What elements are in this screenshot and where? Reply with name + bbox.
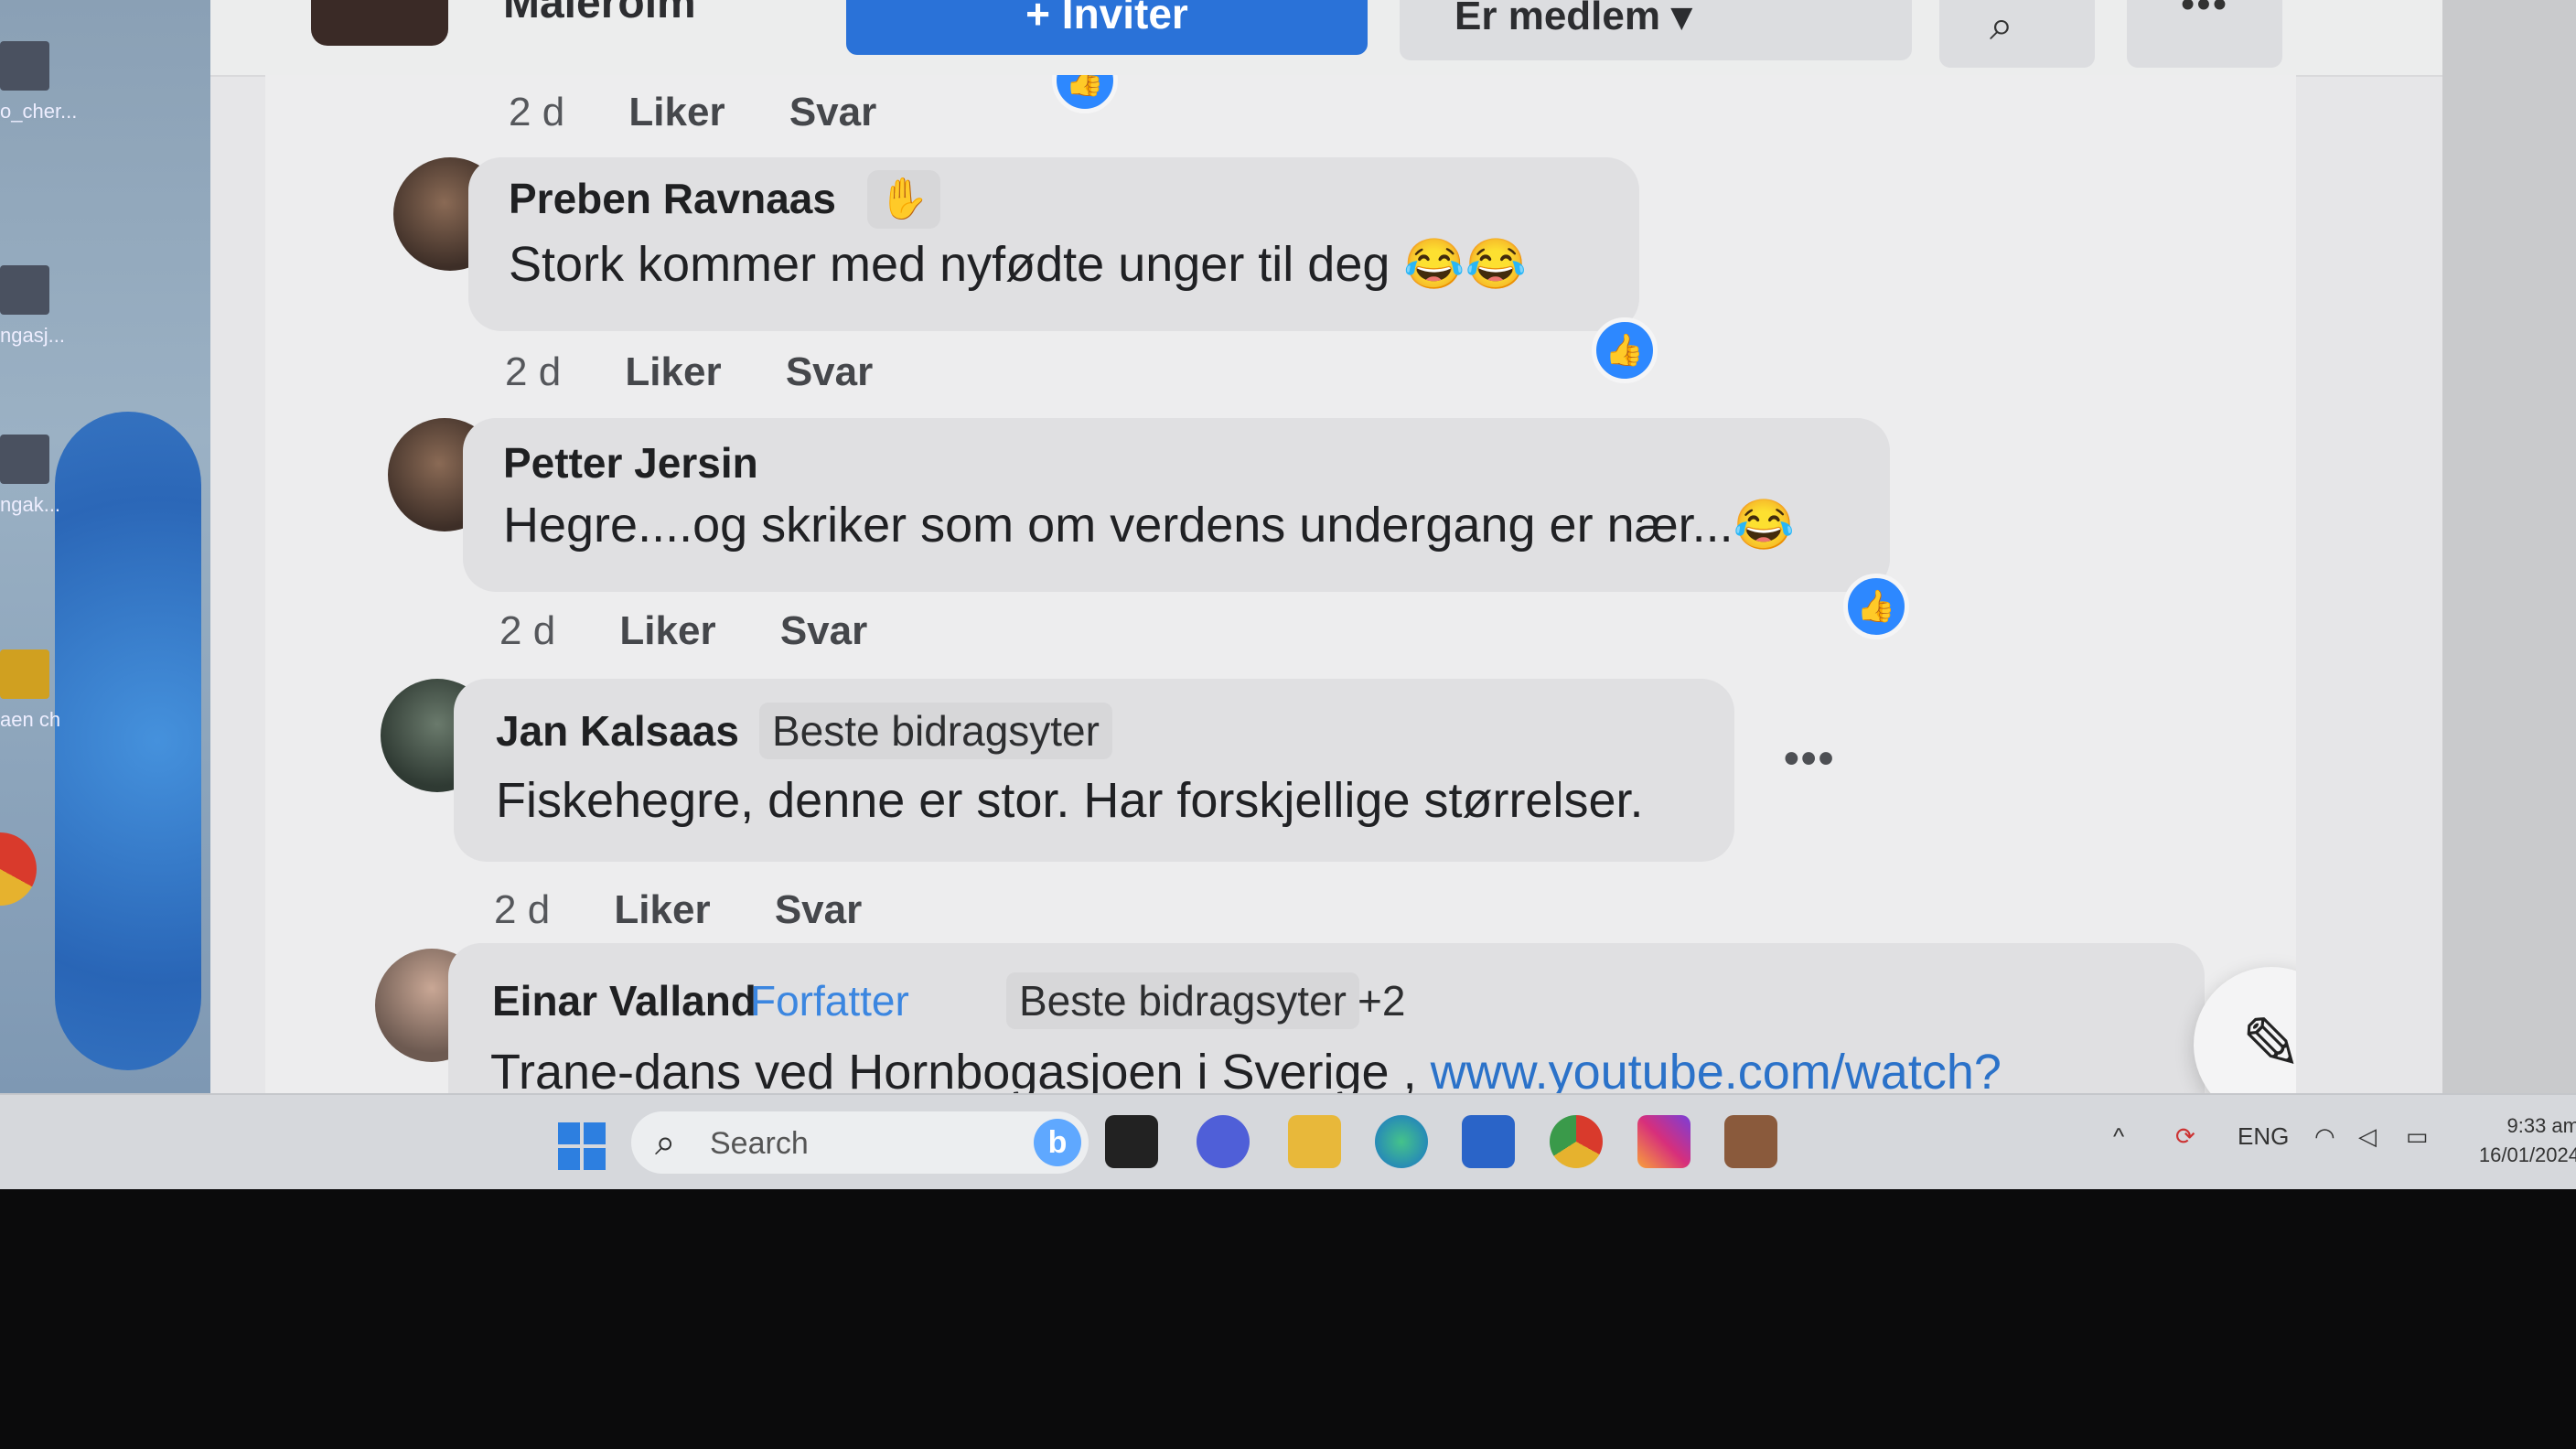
like-link[interactable]: Liker (614, 887, 710, 932)
desktop-background: o_cher... ngasj... ngak... aen ch (0, 0, 210, 1093)
volume-icon[interactable]: ◁ (2358, 1122, 2377, 1151)
file-explorer-icon[interactable] (1288, 1115, 1341, 1168)
comment-author[interactable]: Jan Kalsaas (496, 706, 739, 756)
more-options-button[interactable]: ••• (2127, 0, 2282, 68)
comment-time[interactable]: 2 d (505, 349, 561, 394)
store-icon[interactable] (1462, 1115, 1515, 1168)
group-avatar[interactable] (311, 0, 448, 46)
search-button[interactable]: ⌕ (1939, 0, 2095, 68)
comment-more-button[interactable]: ••• (1784, 734, 1835, 784)
comments-feed[interactable]: 2 d Liker Svar 👍 Preben Ravnaas ✋ Stork … (265, 75, 2296, 1093)
browser-window: Malerolm + Inviter Er medlem ▾ ⌕ ••• 2 d… (210, 0, 2442, 1093)
like-reaction-icon[interactable]: 👍 (1052, 75, 1118, 113)
solitaire-icon[interactable] (1724, 1115, 1777, 1168)
taskbar-search[interactable]: ⌕ Search b (631, 1111, 1089, 1174)
comment-meta: 2 d Liker Svar (509, 90, 876, 135)
group-name[interactable]: Malerolm (503, 0, 696, 28)
edge-icon[interactable] (1375, 1115, 1428, 1168)
chrome-icon[interactable] (1550, 1115, 1603, 1168)
desktop-icon-2[interactable]: ngasj... (0, 265, 82, 348)
compose-button[interactable]: ✎ (2194, 967, 2296, 1093)
monitor-screen: o_cher... ngasj... ngak... aen ch Malero… (0, 0, 2576, 1189)
youtube-link[interactable]: www.youtube.com/watch? (1431, 1045, 2002, 1093)
member-button[interactable]: Er medlem ▾ (1400, 0, 1912, 60)
comment-time[interactable]: 2 d (509, 90, 564, 134)
wifi-icon[interactable]: ◠ (2314, 1122, 2335, 1151)
comment-meta: 2 d Liker Svar (494, 887, 862, 933)
edit-icon: ✎ (2240, 1004, 2296, 1085)
comment-author[interactable]: Einar Valland (492, 976, 757, 1025)
author-badge[interactable]: Forfatter (737, 972, 922, 1029)
comment-meta: 2 d Liker Svar (499, 608, 867, 654)
sync-icon[interactable]: ⟳ (2175, 1122, 2195, 1151)
comment-time[interactable]: 2 d (494, 887, 550, 932)
chevron-up-icon[interactable]: ^ (2113, 1122, 2124, 1151)
comment-time[interactable]: 2 d (499, 608, 555, 653)
chevron-down-icon: ▾ (1671, 0, 1692, 38)
like-link[interactable]: Liker (625, 349, 721, 394)
comment-text: Trane-dans ved Hornbogasjoen i Sverige ,… (490, 1044, 2002, 1093)
desktop-icon-4[interactable]: aen ch (0, 649, 82, 732)
taskbar: ⌕ Search b ^ ⟳ ENG ◠ ◁ ▭ 9:33 am 16/01/2… (0, 1093, 2576, 1189)
language-indicator[interactable]: ENG (2238, 1122, 2289, 1151)
bing-icon[interactable]: b (1034, 1119, 1081, 1166)
clock-time: 9:33 am (2506, 1114, 2576, 1137)
top-contributor-badge[interactable]: Beste bidragsyter (1006, 972, 1359, 1029)
member-label: Er medlem (1454, 0, 1660, 38)
reply-link[interactable]: Svar (775, 887, 862, 932)
desktop-icon-1[interactable]: o_cher... (0, 41, 82, 123)
chrome-desktop-icon[interactable] (0, 832, 37, 906)
taskbar-clock[interactable]: 9:33 am 16/01/2024 (2452, 1111, 2576, 1170)
reply-link[interactable]: Svar (786, 349, 873, 394)
instagram-icon[interactable] (1637, 1115, 1690, 1168)
comment-text: Stork kommer med nyfødte unger til deg 😂… (509, 237, 1527, 292)
top-contributor-badge[interactable]: Beste bidragsyter (759, 703, 1112, 759)
battery-icon[interactable]: ▭ (2406, 1122, 2429, 1151)
search-icon: ⌕ (655, 1122, 676, 1163)
group-header: Malerolm + Inviter Er medlem ▾ ⌕ ••• (210, 0, 2442, 77)
task-view-icon[interactable] (1105, 1115, 1158, 1168)
like-reaction-icon[interactable]: 👍 (1843, 574, 1909, 639)
comment-text: Fiskehegre, denne er stor. Har forskjell… (496, 773, 1644, 828)
reply-link[interactable]: Svar (780, 608, 867, 653)
windows-start-icon[interactable] (558, 1122, 606, 1170)
reply-link[interactable]: Svar (789, 90, 876, 134)
search-icon: ⌕ (1990, 1, 2013, 48)
comment-text: Hegre....og skriker som om verdens under… (503, 498, 1795, 553)
comment-author[interactable]: Petter Jersin (503, 438, 758, 488)
monitor-bezel (0, 1189, 2576, 1449)
comment-text-body: Trane-dans ved Hornbogasjoen i Sverige , (490, 1045, 1431, 1093)
invite-button[interactable]: + Inviter (846, 0, 1368, 55)
desktop-icon-3[interactable]: ngak... (0, 435, 82, 517)
like-reaction-icon[interactable]: 👍 (1592, 317, 1658, 383)
more-badges[interactable]: +2 (1345, 972, 1418, 1029)
search-placeholder: Search (710, 1126, 809, 1161)
like-link[interactable]: Liker (628, 90, 724, 134)
comment-author[interactable]: Preben Ravnaas (509, 174, 836, 223)
like-link[interactable]: Liker (619, 608, 715, 653)
wave-icon: ✋ (867, 170, 940, 229)
teams-chat-icon[interactable] (1197, 1115, 1250, 1168)
comment-meta: 2 d Liker Svar (505, 349, 873, 395)
clock-date: 16/01/2024 (2478, 1143, 2576, 1166)
